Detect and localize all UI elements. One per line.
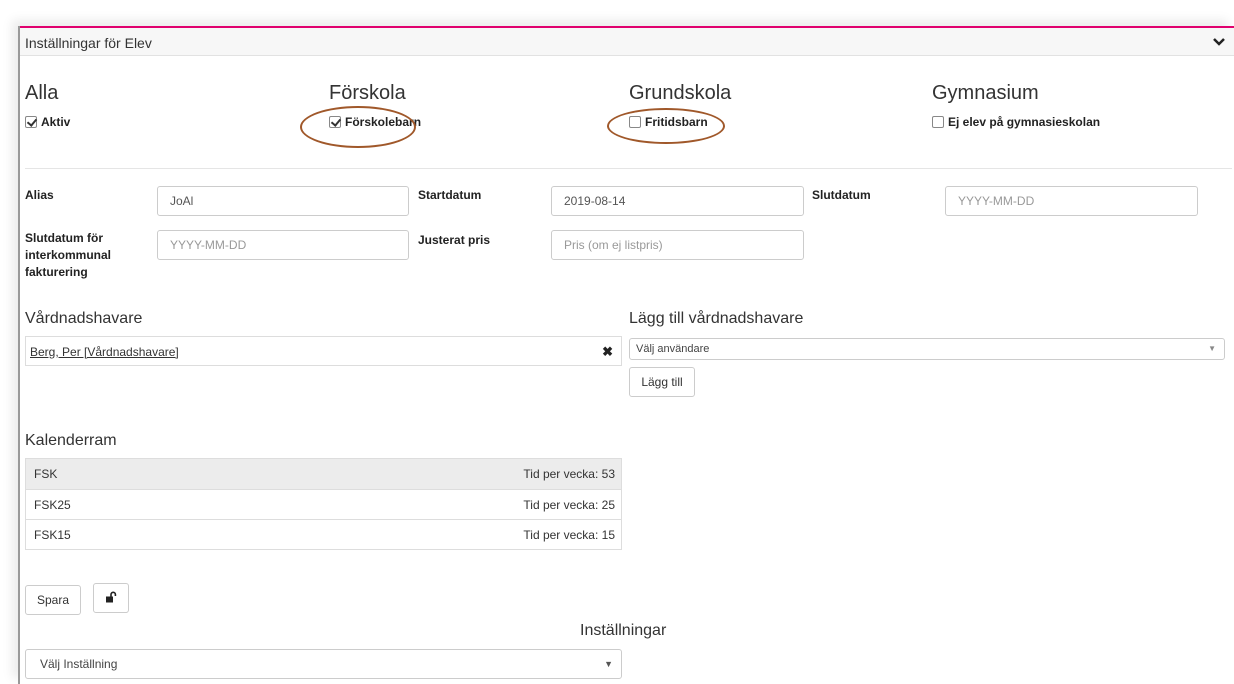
lock-button[interactable]	[93, 583, 129, 613]
alias-input[interactable]: JoAl	[157, 186, 409, 216]
justerat-pris-label: Justerat pris	[418, 233, 491, 247]
checkbox-box[interactable]	[25, 116, 37, 128]
settings-select-value: Välj Inställning	[40, 657, 118, 671]
settings-title: Inställningar	[580, 622, 667, 639]
calendar-hours: Tid per vecka: 25	[523, 498, 615, 512]
guardian-list: Berg, Per [Vårdnadshavare] ✖	[25, 336, 622, 366]
calendar-hours: Tid per vecka: 53	[523, 467, 615, 481]
forskolebarn-checkbox[interactable]: Förskolebarn	[329, 115, 421, 129]
checkbox-box[interactable]	[932, 116, 944, 128]
panel-title: Inställningar för Elev	[25, 35, 152, 51]
ej-elev-gymnasieskolan-checkbox[interactable]: Ej elev på gymnasieskolan	[932, 115, 1100, 129]
chevron-down-icon[interactable]	[1212, 35, 1226, 49]
calendar-list: FSK Tid per vecka: 53 FSK25 Tid per veck…	[25, 458, 622, 550]
checkbox-box[interactable]	[329, 116, 341, 128]
caret-down-icon: ▼	[1208, 344, 1216, 353]
checkbox-label: Fritidsbarn	[645, 115, 708, 129]
calendar-title: Kalenderram	[25, 432, 117, 449]
calendar-name: FSK15	[34, 528, 71, 542]
checkbox-label: Förskolebarn	[345, 115, 422, 129]
settings-select[interactable]: Välj Inställning ▼	[25, 649, 622, 679]
alias-label: Alias	[25, 188, 54, 202]
save-button[interactable]: Spara	[25, 585, 81, 615]
guardians-title: Vårdnadshavare	[25, 310, 143, 327]
remove-guardian-icon[interactable]: ✖	[602, 344, 613, 360]
section-title-forskola: Förskola	[329, 82, 406, 104]
calendar-name: FSK	[34, 467, 58, 481]
section-title-grundskola: Grundskola	[629, 82, 732, 104]
checkbox-box[interactable]	[629, 116, 641, 128]
slutdatum-interkommunal-input[interactable]: YYYY-MM-DD	[157, 230, 409, 260]
startdatum-input[interactable]: 2019-08-14	[551, 186, 804, 216]
list-item[interactable]: FSK15 Tid per vecka: 15	[26, 519, 621, 549]
section-title-alla: Alla	[25, 82, 59, 104]
startdatum-label: Startdatum	[418, 188, 482, 202]
user-select[interactable]: Välj användare ▼	[629, 338, 1225, 360]
section-title-gymnasium: Gymnasium	[932, 82, 1039, 104]
user-select-value: Välj användare	[636, 343, 710, 355]
slutdatum-interkommunal-label: Slutdatum för interkommunal fakturering	[25, 231, 112, 279]
panel-header[interactable]: Inställningar för Elev	[20, 26, 1234, 56]
justerat-pris-input[interactable]: Pris (om ej listpris)	[551, 230, 804, 260]
guardian-link[interactable]: Berg, Per [Vårdnadshavare]	[30, 345, 179, 359]
add-guardian-button[interactable]: Lägg till	[629, 367, 695, 397]
caret-down-icon: ▼	[604, 659, 613, 669]
calendar-name: FSK25	[34, 498, 71, 512]
list-item[interactable]: FSK25 Tid per vecka: 25	[26, 489, 621, 519]
aktiv-checkbox[interactable]: Aktiv	[25, 115, 70, 129]
add-guardian-title: Lägg till vårdnadshavare	[629, 310, 804, 327]
student-settings-panel: Inställningar för Elev Alla Förskola Gru…	[18, 26, 1234, 684]
fritidsbarn-checkbox[interactable]: Fritidsbarn	[629, 115, 708, 129]
checkbox-label: Aktiv	[41, 115, 71, 129]
calendar-hours: Tid per vecka: 15	[523, 528, 615, 542]
slutdatum-input[interactable]: YYYY-MM-DD	[945, 186, 1198, 216]
unlock-icon	[105, 591, 117, 606]
slutdatum-label: Slutdatum	[812, 188, 871, 202]
checkbox-label: Ej elev på gymnasieskolan	[948, 115, 1101, 129]
list-item[interactable]: FSK Tid per vecka: 53	[26, 459, 621, 489]
divider	[25, 168, 1232, 169]
